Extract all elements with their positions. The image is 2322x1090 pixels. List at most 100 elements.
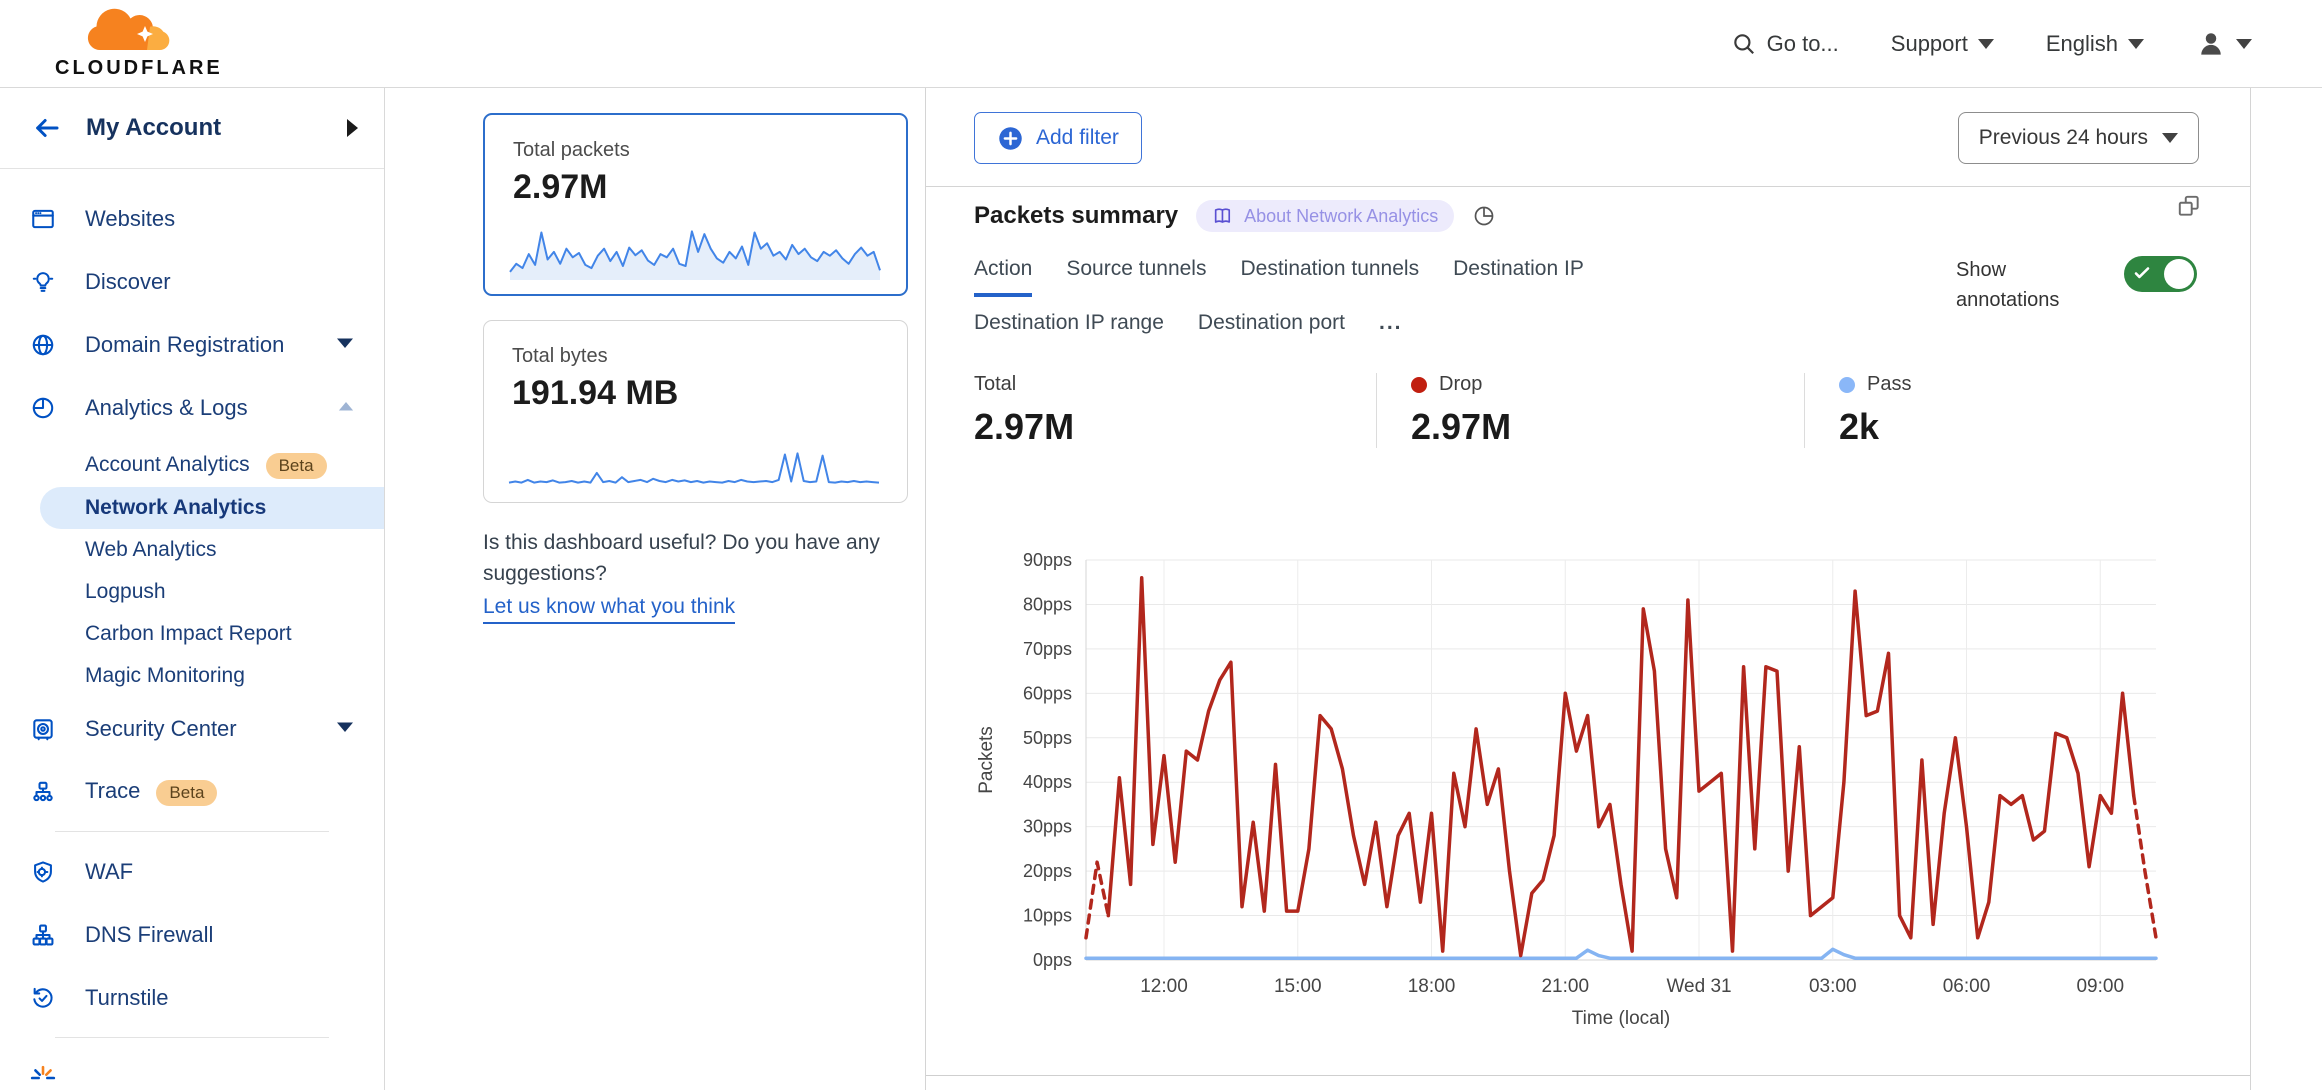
tab-action[interactable]: Action xyxy=(974,243,1032,297)
svg-text:12:00: 12:00 xyxy=(1140,976,1188,997)
websites-icon xyxy=(30,206,56,232)
sidebar-divider xyxy=(55,831,329,832)
tab-destination-ip[interactable]: Destination IP xyxy=(1453,243,1584,297)
total-bytes-card[interactable]: Total bytes 191.94 MB xyxy=(483,320,908,503)
cloudflare-logo[interactable]: CLOUDFLARE xyxy=(55,4,205,80)
waf-icon xyxy=(30,859,56,885)
legend-dot-pass xyxy=(1839,377,1855,393)
tab-destination-port[interactable]: Destination port xyxy=(1198,297,1345,351)
chevron-down-icon xyxy=(2236,39,2252,49)
sidebar-item-trace[interactable]: TraceBeta xyxy=(0,760,384,823)
sidebar-item-partial[interactable] xyxy=(0,1046,384,1090)
sidebar-item-label: Domain Registration xyxy=(85,332,284,358)
sidebar-item-label: Magic Monitoring xyxy=(85,664,245,688)
goto-label: Go to... xyxy=(1767,31,1839,57)
sidebar-item-account-analytics[interactable]: Account AnalyticsBeta xyxy=(0,445,384,487)
stat-total: Total2.97M xyxy=(974,373,1376,448)
stat-value: 2.97M xyxy=(1411,406,1774,448)
stat-pass: Pass2k xyxy=(1804,373,1941,448)
sidebar-item-label: Network Analytics xyxy=(85,496,266,520)
svg-text:21:00: 21:00 xyxy=(1541,976,1589,997)
about-network-analytics-badge[interactable]: About Network Analytics xyxy=(1196,200,1454,232)
tab-source-tunnels[interactable]: Source tunnels xyxy=(1066,243,1206,297)
discover-icon xyxy=(30,269,56,295)
sidebar-item-label: Account AnalyticsBeta xyxy=(85,453,327,479)
svg-text:20pps: 20pps xyxy=(1023,861,1072,881)
add-filter-button[interactable]: Add filter xyxy=(974,112,1142,164)
sidebar-nav: Websites Discover Domain Registration Analy… xyxy=(0,169,384,1090)
sidebar-item-security-center[interactable]: Security Center xyxy=(0,697,384,760)
about-badge-label: About Network Analytics xyxy=(1244,206,1438,227)
svg-text:03:00: 03:00 xyxy=(1809,976,1857,997)
chevron-up-icon[interactable] xyxy=(338,399,354,417)
sidebar-item-carbon-impact-report[interactable]: Carbon Impact Report xyxy=(0,613,384,655)
chevron-down-icon[interactable] xyxy=(336,720,354,738)
search-icon xyxy=(1731,31,1757,57)
packets-chart: 0pps10pps20pps30pps40pps50pps60pps70pps8… xyxy=(956,540,2196,1055)
svg-text:70pps: 70pps xyxy=(1023,639,1072,659)
sidebar-item-label: Turnstile xyxy=(85,985,169,1011)
feedback-link[interactable]: Let us know what you think xyxy=(483,591,735,624)
sidebar-item-magic-monitoring[interactable]: Magic Monitoring xyxy=(0,655,384,697)
add-filter-label: Add filter xyxy=(1036,126,1119,150)
chevron-down-icon[interactable] xyxy=(336,336,354,354)
support-menu[interactable]: Support xyxy=(1891,31,1994,57)
feedback-question: Is this dashboard useful? Do you have an… xyxy=(483,527,928,589)
metric-cards: Total packets 2.97M Total bytes 191.94 M… xyxy=(483,113,913,503)
tab-more-ellipsis[interactable]: ... xyxy=(1379,297,1403,351)
dns-firewall-icon xyxy=(30,922,56,948)
svg-text:Wed 31: Wed 31 xyxy=(1666,976,1731,997)
my-account-row[interactable]: My Account xyxy=(0,88,384,169)
chevron-down-icon xyxy=(2162,133,2178,143)
sidebar-item-waf[interactable]: WAF xyxy=(0,840,384,903)
sidebar-item-discover[interactable]: Discover xyxy=(0,250,384,313)
beta-badge: Beta xyxy=(266,453,327,479)
time-range-dropdown[interactable]: Previous 24 hours xyxy=(1958,112,2199,164)
filter-bar: Add filter Previous 24 hours xyxy=(926,88,2250,187)
trace-icon xyxy=(30,779,56,805)
sidebar-item-label: TraceBeta xyxy=(85,778,217,806)
sidebar-item-turnstile[interactable]: Turnstile xyxy=(0,966,384,1029)
beta-badge: Beta xyxy=(156,780,217,806)
sidebar-item-domain-registration[interactable]: Domain Registration xyxy=(0,313,384,376)
sidebar-item-label: Websites xyxy=(85,206,175,232)
support-label: Support xyxy=(1891,31,1968,57)
total-packets-card[interactable]: Total packets 2.97M xyxy=(483,113,908,296)
domain-registration-icon xyxy=(30,332,56,358)
tab-destination-tunnels[interactable]: Destination tunnels xyxy=(1240,243,1419,297)
sidebar-item-logpush[interactable]: Logpush xyxy=(0,571,384,613)
toggle-knob xyxy=(2164,259,2194,289)
packets-summary-header: Packets summary About Network Analytics xyxy=(974,200,1496,232)
sidebar-item-label: WAF xyxy=(85,859,133,885)
svg-text:09:00: 09:00 xyxy=(2076,976,2124,997)
total-packets-value: 2.97M xyxy=(513,168,878,207)
tab-destination-ip-range[interactable]: Destination IP range xyxy=(974,297,1164,351)
svg-text:90pps: 90pps xyxy=(1023,550,1072,570)
stat-label: Pass xyxy=(1867,373,1911,396)
sidebar-item-websites[interactable]: Websites xyxy=(0,187,384,250)
packets-line-chart[interactable]: 0pps10pps20pps30pps40pps50pps60pps70pps8… xyxy=(956,540,2196,1050)
stats-row: Total2.97M Drop 2.97M Pass2k xyxy=(974,373,2202,448)
goto-search[interactable]: Go to... xyxy=(1731,31,1839,57)
svg-text:18:00: 18:00 xyxy=(1408,976,1456,997)
sidebar-item-web-analytics[interactable]: Web Analytics xyxy=(0,529,384,571)
sidebar-item-dns-firewall[interactable]: DNS Firewall xyxy=(0,903,384,966)
show-annotations-toggle[interactable] xyxy=(2124,256,2197,292)
book-icon xyxy=(1212,205,1234,227)
main-panel: Add filter Previous 24 hours Packets sum… xyxy=(925,88,2251,1090)
sidebar-item-label: Analytics & Logs xyxy=(85,395,248,421)
svg-text:30pps: 30pps xyxy=(1023,817,1072,837)
time-range-label: Previous 24 hours xyxy=(1979,126,2148,150)
language-menu[interactable]: English xyxy=(2046,31,2144,57)
expand-panel-icon[interactable] xyxy=(2176,193,2202,224)
sidebar-item-label: Security Center xyxy=(85,716,237,742)
plus-circle-icon xyxy=(997,125,1024,152)
sidebar-item-network-analytics[interactable]: Network Analytics xyxy=(40,487,384,529)
svg-text:06:00: 06:00 xyxy=(1943,976,1991,997)
back-arrow-icon[interactable] xyxy=(32,113,62,143)
account-menu[interactable] xyxy=(2196,29,2252,59)
my-account-label: My Account xyxy=(86,114,221,142)
pie-chart-icon[interactable] xyxy=(1472,204,1496,228)
stat-label: Drop xyxy=(1439,373,1482,396)
sidebar-item-analytics-logs[interactable]: Analytics & Logs xyxy=(0,376,384,439)
